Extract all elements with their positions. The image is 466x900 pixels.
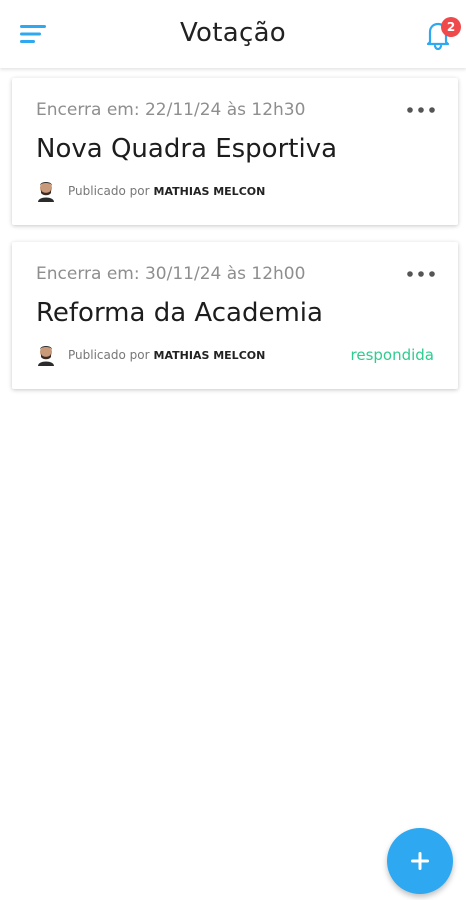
app-screen: Votação 2 Encerra em: 22/11/24 às 12h30 … <box>0 0 466 900</box>
poll-card[interactable]: Encerra em: 22/11/24 às 12h30 Nova Quadr… <box>12 78 458 225</box>
poll-closing-date: Encerra em: 30/11/24 às 12h00 <box>36 264 306 284</box>
more-horizontal-icon <box>407 107 435 113</box>
avatar <box>38 346 54 366</box>
poll-options-button[interactable] <box>406 102 436 116</box>
poll-author: Publicado por MATHIAS MELCON <box>36 343 265 367</box>
poll-title: Nova Quadra Esportiva <box>36 134 338 164</box>
published-by-label: Publicado por <box>68 348 150 362</box>
avatar <box>38 182 54 202</box>
poll-options-button[interactable] <box>406 266 436 280</box>
add-poll-button[interactable] <box>387 828 453 894</box>
poll-closing-date: Encerra em: 22/11/24 às 12h30 <box>36 100 306 120</box>
published-by-label: Publicado por <box>68 184 150 198</box>
author-name: MATHIAS MELCON <box>153 184 266 198</box>
app-header: Votação 2 <box>0 0 466 68</box>
page-title: Votação <box>179 18 287 48</box>
author-name: MATHIAS MELCON <box>153 348 266 362</box>
poll-status-badge: respondida <box>350 346 435 364</box>
more-horizontal-icon <box>407 271 435 277</box>
poll-author: Publicado por MATHIAS MELCON <box>36 179 265 203</box>
notification-badge: 2 <box>441 17 461 37</box>
poll-title: Reforma da Academia <box>36 298 323 328</box>
plus-icon <box>411 852 429 870</box>
poll-card[interactable]: Encerra em: 30/11/24 às 12h00 Reforma da… <box>12 242 458 389</box>
